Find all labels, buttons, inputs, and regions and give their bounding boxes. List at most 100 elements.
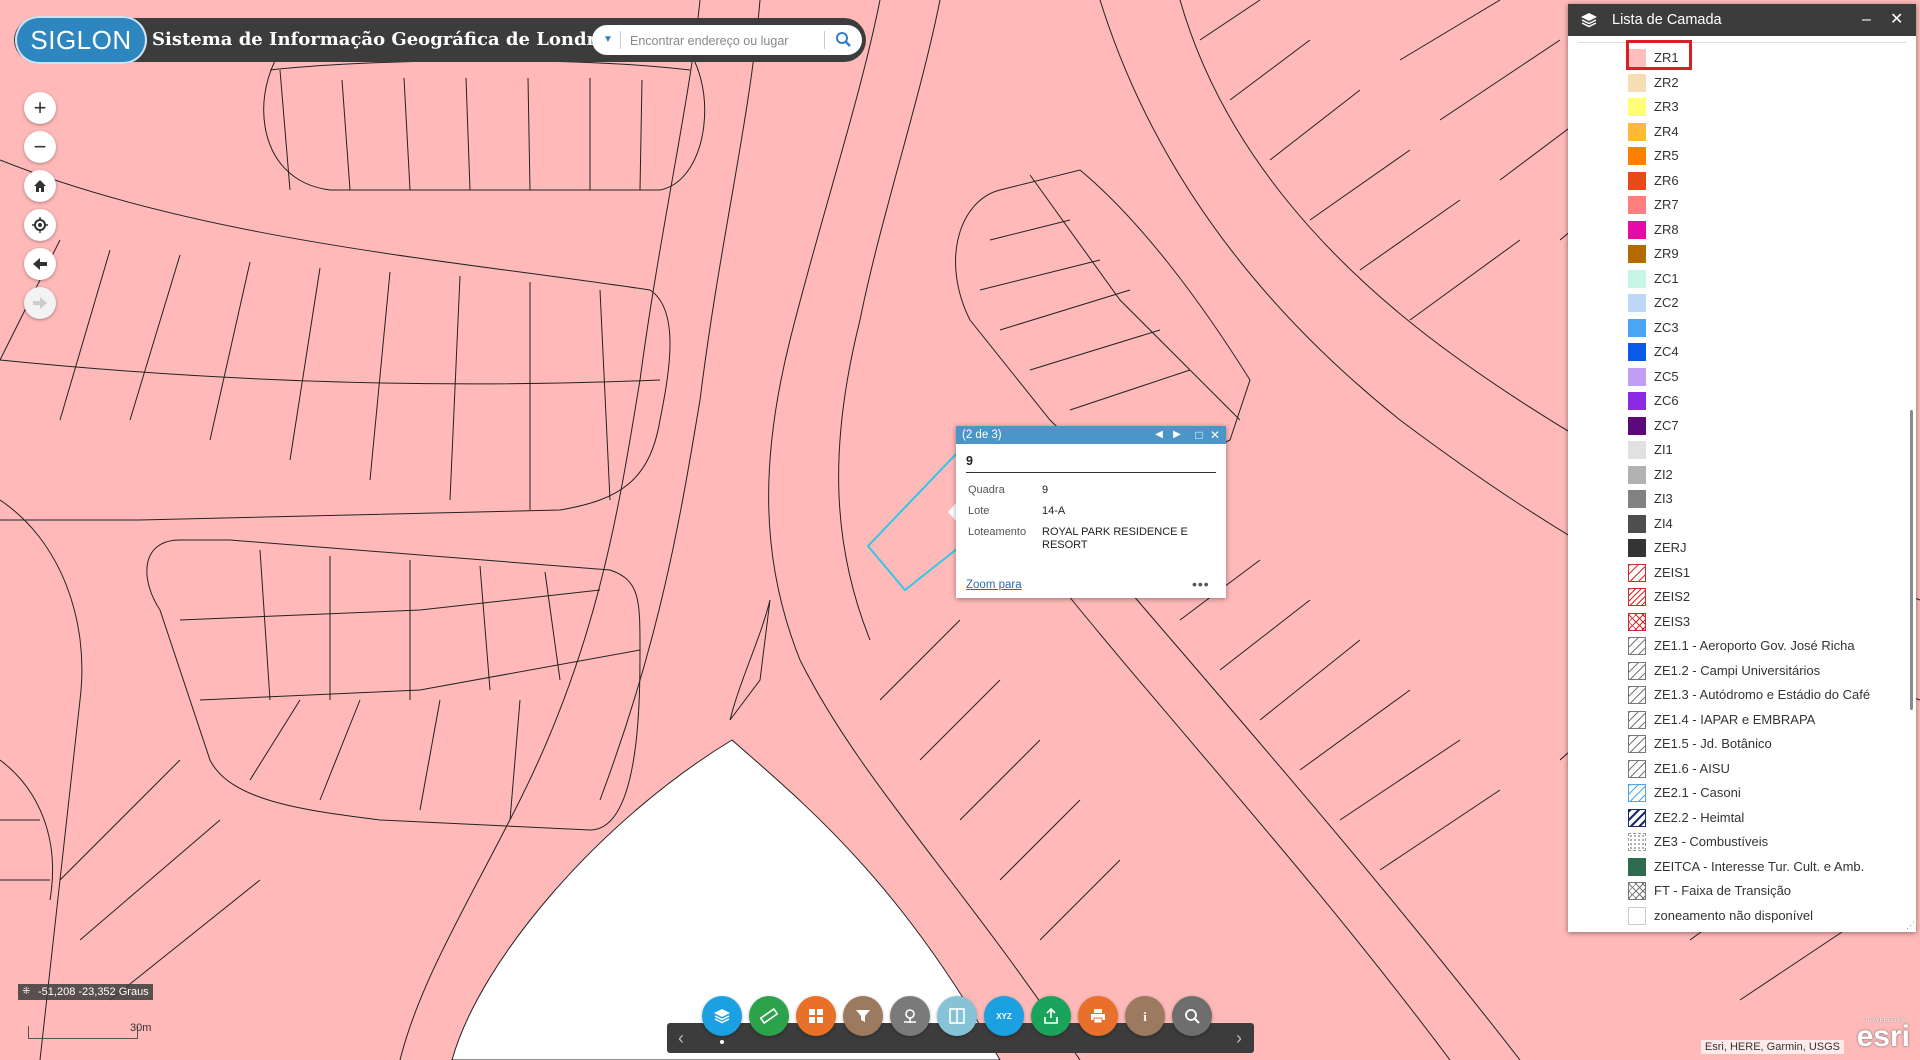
legend-item: ZI1 [1628,440,1898,460]
filter-button[interactable] [843,996,883,1036]
legend-item: ZI4 [1628,514,1898,534]
layer-list-button[interactable] [702,996,742,1036]
coordinate-text: -51,208 -23,352 Graus [38,986,149,998]
legend-item: ZC5 [1628,367,1898,387]
legend-item: ZR2 [1628,73,1898,93]
search-input[interactable] [628,30,812,52]
divider [620,31,621,49]
coordinate-display[interactable]: ⁜ -51,208 -23,352 Graus [18,984,153,1000]
legend-label: ZE1.1 - Aeroporto Gov. José Richa [1654,638,1855,653]
legend-item: ZI2 [1628,465,1898,485]
close-icon[interactable]: ✕ [1208,426,1222,444]
selected-legend-highlight [1626,40,1692,70]
toolbar-previous-icon[interactable]: ‹ [670,1023,692,1053]
location-button[interactable] [890,996,930,1036]
legend-label: ZE1.2 - Campi Universitários [1654,662,1821,678]
legend-item: ZE1.5 - Jd. Botânico [1628,734,1898,754]
share-button[interactable] [1031,996,1071,1036]
previous-feature-icon[interactable]: ◀ [1152,426,1166,444]
location-icon [904,1009,916,1023]
layers-icon [1581,13,1597,28]
legend-swatch [1628,514,1646,533]
next-feature-icon[interactable]: ▶ [1170,426,1184,444]
legend-item: ZC6 [1628,391,1898,411]
legend-label: ZE1.5 - Jd. Botânico [1654,736,1772,751]
legend-swatch [1628,245,1646,263]
close-icon[interactable]: ✕ [1890,4,1903,36]
attribute-key: Quadra [968,484,1005,496]
legend-item: ZE1.2 - Campi Universitários [1628,661,1898,681]
legend-swatch [1628,171,1646,190]
query-button[interactable] [1172,996,1212,1036]
legend-label: ZE1.6 - AISU [1654,760,1730,776]
minimize-icon[interactable]: – [1862,4,1871,36]
more-actions-button[interactable]: ••• [1192,576,1210,592]
popup-header: (2 de 3) ◀ ▶ □ ✕ [956,426,1226,444]
legend-label: ZE1.3 - Autódromo e Estádio do Café [1654,687,1871,702]
legend-swatch [1628,588,1646,606]
legend-label: ZR7 [1654,197,1679,212]
basemap-gallery-icon [809,1009,823,1023]
legend-item: FT - Faixa de Transição [1628,881,1898,901]
scale-label: 30m [130,1022,152,1034]
previous-extent-button[interactable] [24,248,56,280]
next-extent-button[interactable] [24,287,56,319]
legend-label: ZC6 [1654,393,1679,408]
legend-swatch [1628,759,1646,778]
home-button[interactable] [24,170,56,202]
legend-label: ZEIS2 [1654,589,1691,604]
legend-swatch [1628,612,1646,631]
zoom-out-button[interactable]: − [24,131,56,163]
swipe-button[interactable] [937,996,977,1036]
legend-swatch [1628,735,1646,753]
legend-swatch [1628,367,1646,386]
legend-swatch [1628,563,1646,582]
legend-item: ZR6 [1628,171,1898,191]
legend-item: ZE1.3 - Autódromo e Estádio do Café [1628,685,1898,705]
about-button[interactable]: i [1125,996,1165,1036]
legend-item: ZC4 [1628,342,1898,362]
legend-swatch [1628,465,1646,484]
basemap-gallery-button[interactable] [796,996,836,1036]
legend-item: ZE1.4 - IAPAR e EMBRAPA [1628,710,1898,730]
maximize-icon[interactable]: □ [1192,426,1206,444]
search-box: ▼ [592,25,862,55]
measure-button[interactable] [749,996,789,1036]
legend-swatch [1628,343,1646,361]
legend-swatch [1628,857,1646,876]
resize-handle-icon[interactable]: ⋰ [1906,920,1915,931]
legend-item: ZI3 [1628,489,1898,509]
legend-label: ZR9 [1654,246,1679,261]
search-source-dropdown[interactable]: ▼ [598,25,618,55]
legend-label: ZC4 [1654,344,1679,359]
legend-item: ZEITCA - Interesse Tur. Cult. e Amb. [1628,857,1898,877]
legend-label: ZR4 [1654,123,1679,139]
legend-swatch [1628,392,1646,410]
panel-scrollbar[interactable] [1910,410,1913,710]
zoom-to-link[interactable]: Zoom para [966,579,1022,591]
legend-label: ZI4 [1654,515,1673,531]
swipe-icon [949,1008,965,1024]
legend-label: ZE2.1 - Casoni [1654,785,1741,800]
legend-label: ZI1 [1654,442,1673,457]
legend-item: ZC3 [1628,318,1898,338]
arrow-left-icon [33,258,47,270]
query-icon [1185,1009,1200,1024]
legend-label: ZEIS1 [1654,564,1691,580]
legend-label: ZEIS3 [1654,613,1691,629]
legend-item: zoneamento não disponível [1628,906,1898,926]
scale-bar [28,1026,138,1039]
legend-swatch [1628,661,1646,680]
legend-item: ZR4 [1628,122,1898,142]
search-icon [836,32,851,47]
legend-swatch [1628,269,1646,288]
toolbar-next-icon[interactable]: › [1228,1023,1250,1053]
crosshair-icon: ⁜ [22,986,31,997]
print-button[interactable] [1078,996,1118,1036]
my-location-button[interactable] [24,209,56,241]
zoom-in-button[interactable]: + [24,92,56,124]
legend-label: ZE3 - Combustíveis [1654,834,1769,849]
xyz-coordinate-button[interactable]: XYZ [984,996,1024,1036]
legend-item: ZC7 [1628,416,1898,436]
search-button[interactable] [828,25,860,55]
